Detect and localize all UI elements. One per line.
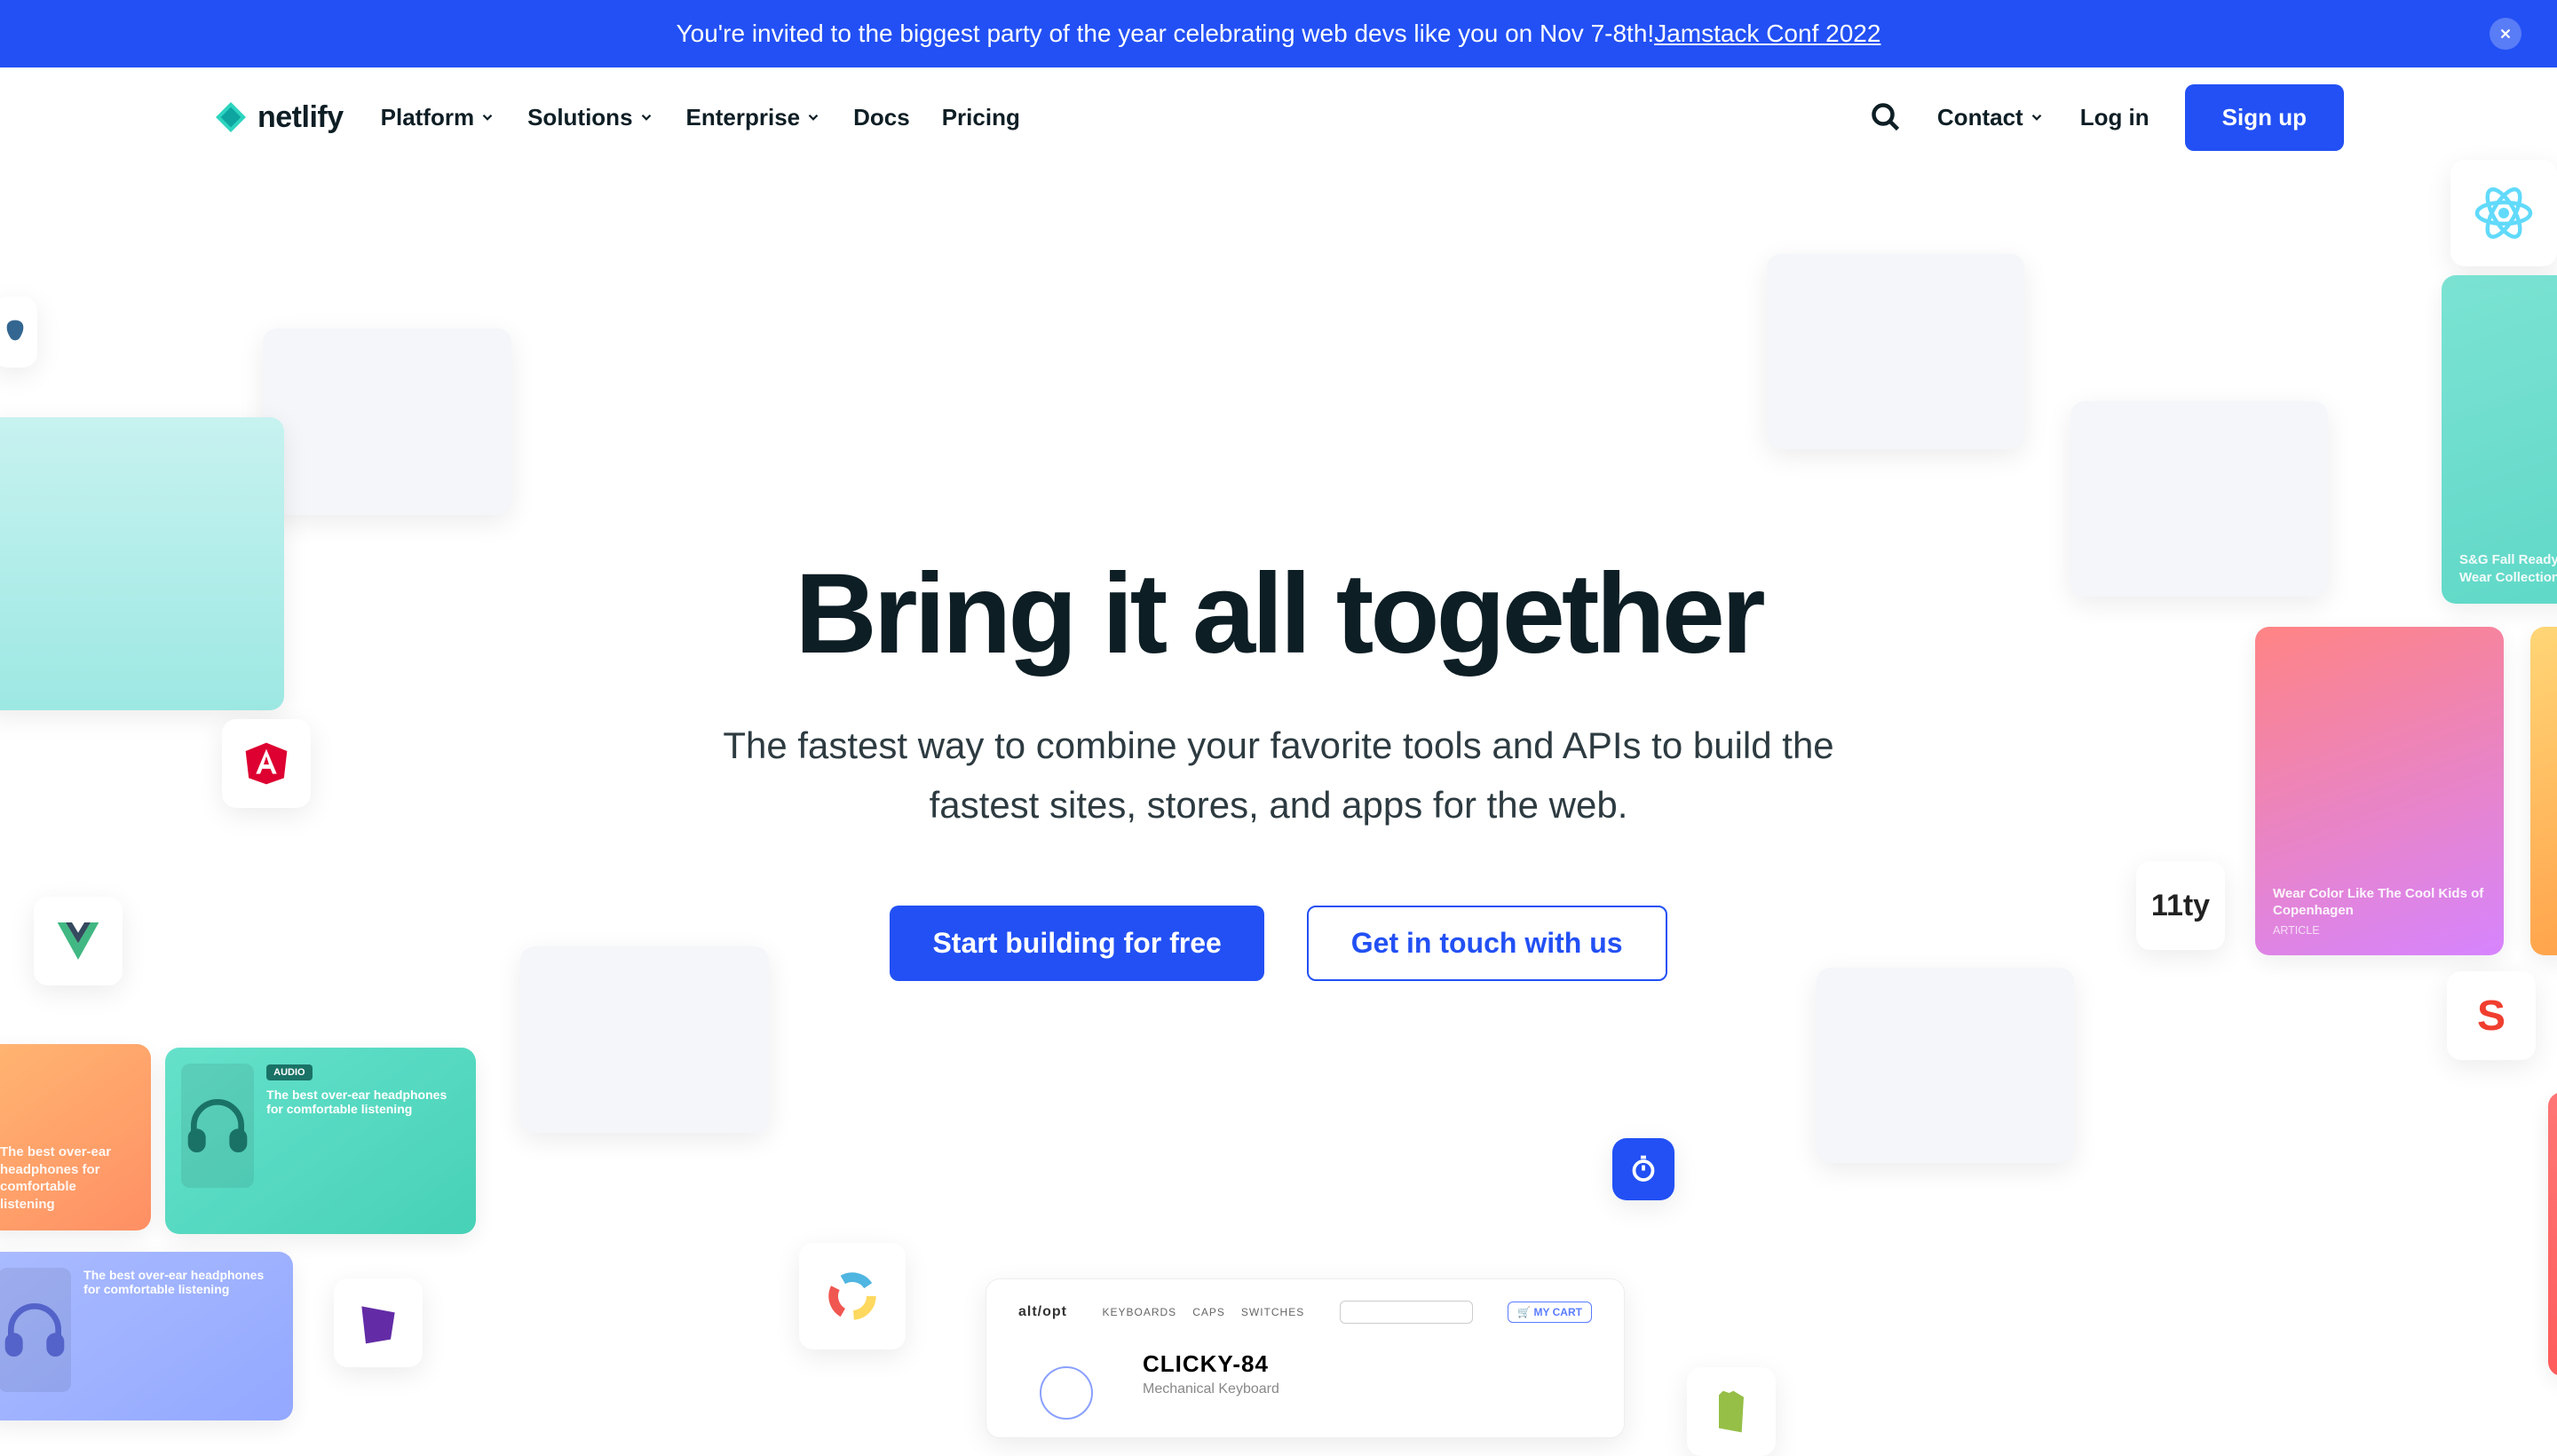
- placeholder-tile: [263, 328, 511, 515]
- hero: Bring it all together The fastest way to…: [0, 558, 2557, 981]
- announcement-banner: You're invited to the biggest party of t…: [0, 0, 2557, 67]
- nav-item-label: Platform: [381, 104, 474, 131]
- hero-title: Bring it all together: [0, 558, 2557, 671]
- chevron-down-icon: [2029, 109, 2045, 125]
- placeholder-tile: [1817, 968, 2074, 1163]
- mock-product-subtitle: Mechanical Keyboard: [1143, 1381, 1592, 1397]
- mock-tab: CAPS: [1192, 1306, 1225, 1318]
- stopwatch-tile: [1612, 1138, 1674, 1200]
- nav-item-label: Docs: [853, 104, 910, 131]
- hero-ctas: Start building for free Get in touch wit…: [0, 906, 2557, 981]
- banner-close-button[interactable]: [2490, 18, 2521, 50]
- card-title: The best over-ear headphones for comfort…: [83, 1268, 277, 1296]
- headphones-card-orange: The best over-ear headphones for comfort…: [0, 1044, 151, 1230]
- postgres-tile: [0, 297, 37, 368]
- card-tag: AUDIO: [266, 1064, 312, 1080]
- signup-button[interactable]: Sign up: [2185, 84, 2344, 151]
- shopify-icon: [1706, 1387, 1756, 1436]
- chevron-down-icon: [805, 109, 821, 125]
- mock-cart: 🛒 MY CART: [1508, 1302, 1592, 1323]
- close-icon: [2498, 26, 2513, 42]
- mock-badge: [1040, 1366, 1093, 1420]
- placeholder-tile: [1767, 254, 2024, 449]
- nav-solutions[interactable]: Solutions: [527, 104, 653, 131]
- keyboard-mock-tile: alt/opt KEYBOARDS CAPS SWITCHES 🛒 MY CAR…: [986, 1278, 1625, 1438]
- mock-cart-label: MY CART: [1534, 1306, 1582, 1318]
- mock-product-title: CLICKY-84: [1143, 1350, 1592, 1378]
- headphones-card-teal: AUDIO The best over-ear headphones for c…: [165, 1048, 476, 1234]
- sanity-icon: S: [2477, 992, 2506, 1041]
- nav-item-label: Log in: [2080, 104, 2149, 131]
- headphones-image: [181, 1064, 254, 1188]
- nav-contact[interactable]: Contact: [1937, 104, 2045, 131]
- main-nav: netlify Platform Solutions Enterprise Do…: [0, 67, 2557, 167]
- banner-link[interactable]: Jamstack Conf 2022: [1654, 20, 1880, 48]
- mock-search: [1340, 1301, 1473, 1324]
- logo[interactable]: netlify: [213, 99, 344, 135]
- nav-pricing[interactable]: Pricing: [942, 104, 1020, 131]
- headphones-card-purple: The best over-ear headphones for comfort…: [0, 1252, 293, 1420]
- mock-tab: KEYBOARDS: [1103, 1306, 1177, 1318]
- nav-links: Platform Solutions Enterprise Docs Prici…: [381, 104, 1020, 131]
- contentful-tile: [799, 1243, 906, 1349]
- nav-login[interactable]: Log in: [2080, 104, 2149, 131]
- hero-subtitle: The fastest way to combine your favorite…: [697, 716, 1860, 835]
- card-text: The best over-ear headphones for comfort…: [0, 1143, 133, 1213]
- banner-text: You're invited to the biggest party of t…: [677, 20, 1655, 48]
- nav-docs[interactable]: Docs: [853, 104, 910, 131]
- chevron-down-icon: [638, 109, 654, 125]
- nav-item-label: Pricing: [942, 104, 1020, 131]
- nav-right: Contact Log in Sign up: [1870, 84, 2344, 151]
- netlify-logo-icon: [213, 99, 249, 135]
- nav-item-label: Enterprise: [686, 104, 801, 131]
- nav-enterprise[interactable]: Enterprise: [686, 104, 822, 131]
- stopwatch-icon: [1627, 1153, 1659, 1185]
- sanity-tile: S: [2447, 971, 2536, 1060]
- react-tile: [2450, 160, 2557, 266]
- card-title: The best over-ear headphones for comfort…: [266, 1088, 460, 1116]
- nav-item-label: Contact: [1937, 104, 2023, 131]
- teal-promo-card: S&G Fall Ready-to-Wear Collection: [2442, 275, 2557, 604]
- start-building-button[interactable]: Start building for free: [890, 906, 1263, 981]
- search-icon[interactable]: [1870, 101, 1902, 133]
- shopify-tile: [1687, 1367, 1776, 1456]
- chevron-down-icon: [479, 109, 495, 125]
- datadog-icon: [353, 1298, 403, 1348]
- datadog-tile: [334, 1278, 423, 1367]
- headphones-image: [0, 1268, 71, 1392]
- logo-text: netlify: [257, 100, 344, 135]
- postgresql-icon: [1, 310, 29, 354]
- nav-platform[interactable]: Platform: [381, 104, 495, 131]
- get-in-touch-button[interactable]: Get in touch with us: [1307, 906, 1667, 981]
- mock-brand: alt/opt: [1018, 1304, 1067, 1320]
- nav-item-label: Solutions: [527, 104, 632, 131]
- react-icon: [2472, 181, 2536, 245]
- contentful-icon: [824, 1268, 881, 1325]
- red-side-card: [2548, 1092, 2557, 1376]
- mock-tab: SWITCHES: [1241, 1306, 1304, 1318]
